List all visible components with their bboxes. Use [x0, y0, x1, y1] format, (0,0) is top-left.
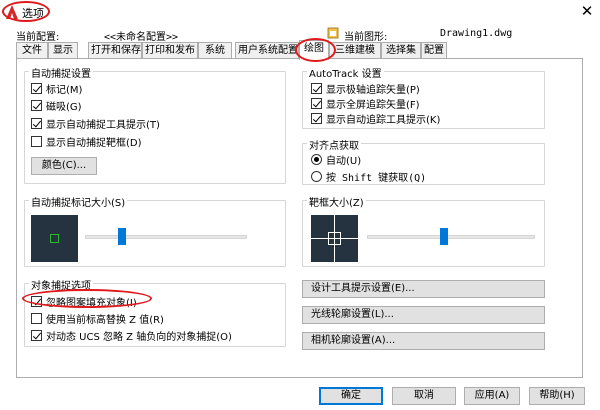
autosnap-settings-group: 自动捕捉设置 标记(M) 磁吸(G) 显示自动捕捉工具提示(T) 显示自动捕捉靶…	[24, 65, 286, 184]
magnet-checkbox-box[interactable]	[31, 99, 42, 111]
checkbox-label: 显示自动追踪工具提示(K)	[326, 114, 441, 126]
alignment-acquisition-group: 对齐点获取 自动(U) 按 Shift 键获取(Q)	[302, 137, 545, 185]
aperture-box-icon	[328, 232, 341, 245]
tab-drafting[interactable]: 绘图	[299, 40, 329, 60]
autosnap-settings-title: 自动捕捉设置	[29, 65, 93, 80]
marker-size-title: 自动捕捉标记大小(S)	[29, 194, 128, 209]
aperture-size-slider-thumb[interactable]	[440, 228, 448, 245]
marker-size-group: 自动捕捉标记大小(S)	[24, 194, 286, 267]
alignment-acquisition-title: 对齐点获取	[307, 137, 361, 152]
cancel-button[interactable]: 取消	[392, 387, 456, 405]
checkbox-autosnap-tooltip[interactable]: 显示自动捕捉工具提示(T)	[31, 116, 160, 131]
marker-square-icon	[50, 234, 59, 243]
checkbox-full-screen-tracking[interactable]: 显示全屏追踪矢量(F)	[311, 96, 420, 111]
tab-user-preferences[interactable]: 用户系统配置	[235, 42, 299, 59]
full-screen-tracking-checkbox-box[interactable]	[311, 97, 322, 109]
checkbox-autotrack-tooltip[interactable]: 显示自动追踪工具提示(K)	[311, 111, 441, 126]
aperture-box-checkbox-box[interactable]	[31, 135, 42, 147]
tab-system[interactable]: 系统	[198, 42, 232, 59]
lights-glyph-settings-button[interactable]: 光线轮廓设置(L)...	[302, 306, 545, 324]
aperture-size-title: 靶框大小(Z)	[307, 194, 366, 209]
tab-3d-modeling[interactable]: 三维建模	[329, 42, 381, 59]
checkbox-ignore-negative-z[interactable]: 对动态 UCS 忽略 Z 轴负向的对象捕捉(O)	[31, 328, 232, 343]
tab-open-save[interactable]: 打开和保存	[88, 42, 142, 59]
tab-selection[interactable]: 选择集	[381, 42, 421, 59]
apply-button[interactable]: 应用(A)	[464, 387, 520, 405]
checkbox-label: 显示极轴追踪矢量(P)	[326, 84, 420, 96]
color-button[interactable]: 颜色(C)...	[31, 157, 97, 175]
checkbox-label: 显示自动捕捉靶框(D)	[46, 137, 142, 149]
checkbox-aperture-box[interactable]: 显示自动捕捉靶框(D)	[31, 134, 142, 149]
autotrack-settings-title: AutoTrack 设置	[307, 65, 384, 80]
automatic-radio-circle[interactable]	[311, 153, 322, 165]
title-bar	[0, 0, 600, 24]
polar-tracking-checkbox-box[interactable]	[311, 82, 322, 94]
marker-preview	[31, 215, 78, 262]
checkbox-label: 显示自动捕捉工具提示(T)	[46, 119, 160, 131]
current-drawing-value: Drawing1.dwg	[440, 28, 513, 39]
ignore-hatch-checkbox-box[interactable]	[31, 295, 42, 307]
drafting-tooltip-settings-button[interactable]: 设计工具提示设置(E)...	[302, 280, 545, 298]
tab-files[interactable]: 文件	[16, 42, 48, 59]
checkbox-ignore-hatch[interactable]: 忽略图案填充对象(I)	[31, 294, 137, 309]
radio-label: 自动(U)	[326, 155, 362, 167]
drawing-file-icon	[327, 27, 339, 39]
autotrack-settings-group: AutoTrack 设置 显示极轴追踪矢量(P) 显示全屏追踪矢量(F) 显示自…	[302, 65, 545, 129]
autosnap-tooltip-checkbox-box[interactable]	[31, 117, 42, 129]
radio-automatic[interactable]: 自动(U)	[311, 152, 362, 167]
checkbox-label: 显示全屏追踪矢量(F)	[326, 99, 420, 111]
object-snap-options-group: 对象捕捉选项 忽略图案填充对象(I) 使用当前标高替换 Z 值(R) 对动态 U…	[24, 277, 286, 347]
marker-checkbox-box[interactable]	[31, 82, 42, 94]
checkbox-label: 忽略图案填充对象(I)	[46, 297, 137, 309]
radio-label: 按 Shift 键获取(Q)	[326, 172, 427, 184]
current-config-label: 当前配置:	[16, 32, 60, 43]
tab-profiles[interactable]: 配置	[421, 42, 447, 59]
checkbox-magnet[interactable]: 磁吸(G)	[31, 98, 82, 113]
checkbox-label: 对动态 UCS 忽略 Z 轴负向的对象捕捉(O)	[46, 331, 232, 343]
tab-display[interactable]: 显示	[48, 42, 78, 59]
checkbox-replace-z[interactable]: 使用当前标高替换 Z 值(R)	[31, 311, 164, 326]
cameras-glyph-settings-button[interactable]: 相机轮廓设置(A)...	[302, 332, 545, 350]
checkbox-marker[interactable]: 标记(M)	[31, 81, 83, 96]
checkbox-polar-tracking[interactable]: 显示极轴追踪矢量(P)	[311, 81, 420, 96]
checkbox-label: 标记(M)	[46, 84, 83, 96]
checkbox-label: 使用当前标高替换 Z 值(R)	[46, 314, 164, 326]
radio-shift-to-acquire[interactable]: 按 Shift 键获取(Q)	[311, 169, 427, 184]
shift-radio-circle[interactable]	[311, 170, 322, 182]
aperture-size-slider-track[interactable]	[367, 235, 535, 239]
close-icon[interactable]: ✕	[578, 2, 596, 20]
help-button[interactable]: 帮助(H)	[529, 387, 585, 405]
ok-button[interactable]: 确定	[319, 387, 383, 405]
ignore-negative-z-checkbox-box[interactable]	[31, 329, 42, 341]
current-drawing-label: 当前图形:	[344, 32, 388, 43]
marker-size-slider-thumb[interactable]	[118, 228, 126, 245]
window-title: 选项	[22, 7, 44, 20]
marker-size-slider-track[interactable]	[85, 235, 247, 239]
replace-z-checkbox-box[interactable]	[31, 312, 42, 324]
aperture-size-group: 靶框大小(Z)	[302, 194, 545, 267]
tab-strip: 文件 显示 打开和保存 打印和发布 系统 用户系统配置 绘图 三维建模 选择集 …	[16, 40, 447, 60]
tab-plot-publish[interactable]: 打印和发布	[142, 42, 198, 59]
autotrack-tooltip-checkbox-box[interactable]	[311, 112, 322, 124]
checkbox-label: 磁吸(G)	[46, 101, 82, 113]
aperture-preview	[311, 215, 358, 262]
current-config-value: <<未命名配置>>	[104, 32, 179, 43]
autocad-app-icon	[6, 5, 18, 19]
object-snap-options-title: 对象捕捉选项	[29, 277, 93, 292]
